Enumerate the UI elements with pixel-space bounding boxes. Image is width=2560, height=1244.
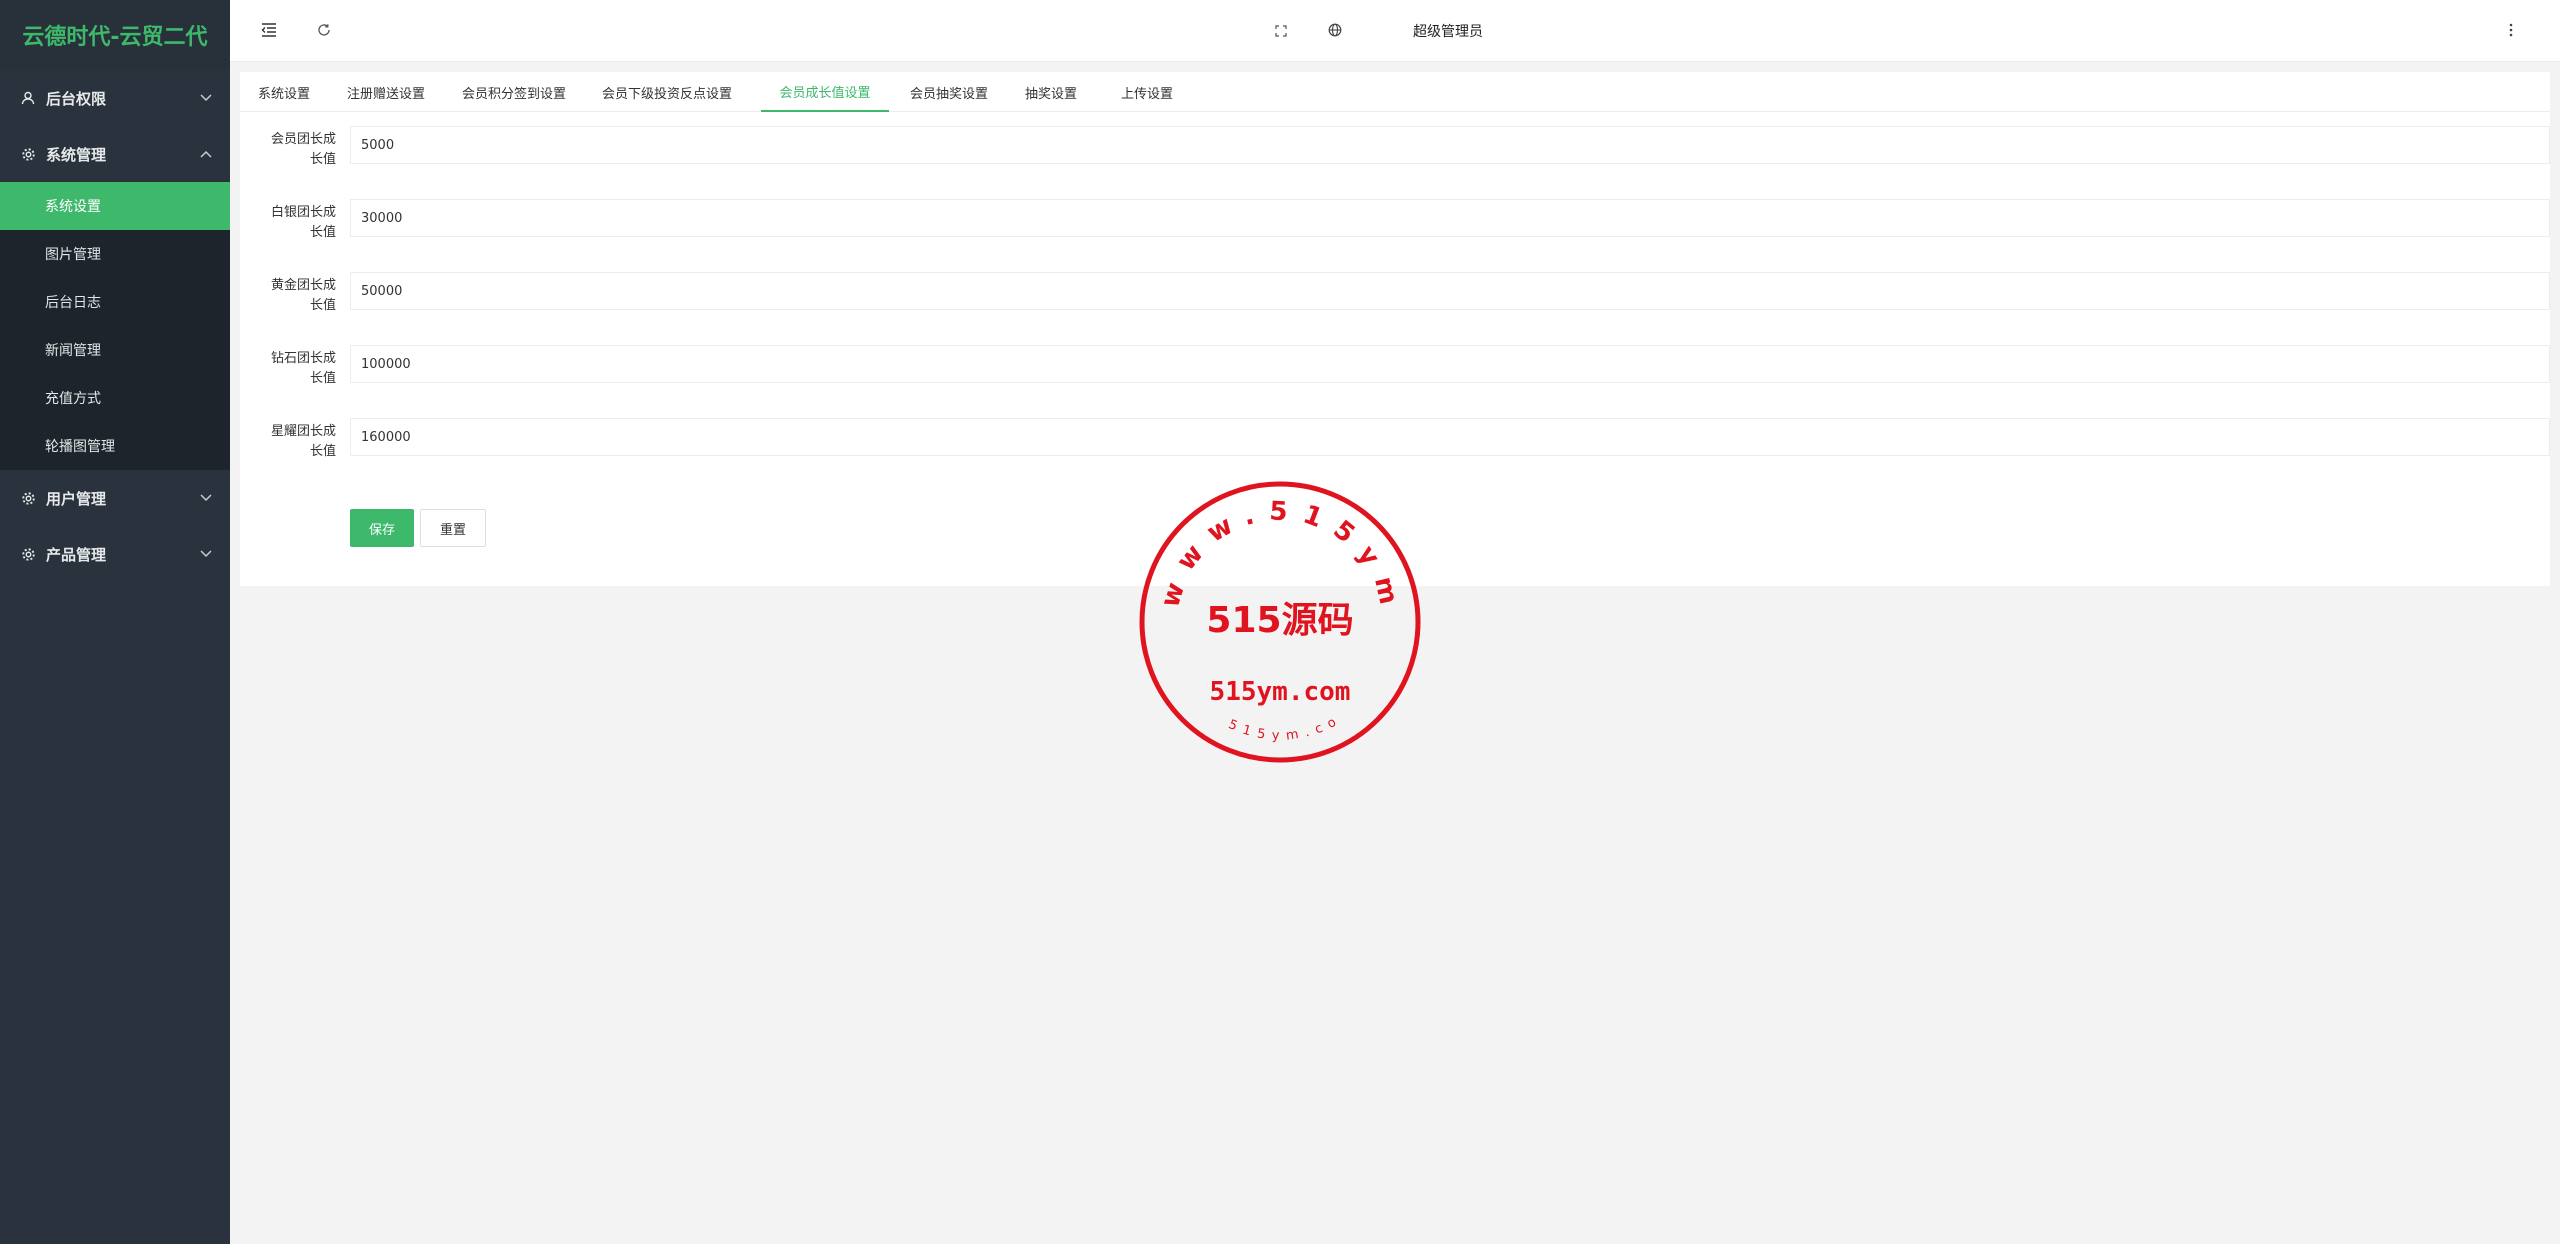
field-label-line: 长值 — [309, 298, 336, 313]
sidebar-group-system-management[interactable]: 系统管理 — [0, 126, 230, 182]
sidebar-item-backend-logs[interactable]: 后台日志 — [0, 278, 230, 326]
refresh-icon — [317, 22, 331, 41]
form-row-gold-leader: 黄金团长成 长值 — [240, 272, 2550, 332]
refresh-button[interactable] — [313, 0, 335, 62]
menu-fold-icon — [261, 22, 277, 41]
fullscreen-button[interactable] — [1270, 0, 1292, 62]
more-options-button[interactable] — [2500, 0, 2522, 62]
field-label: 会员团长成 长值 — [260, 130, 336, 170]
field-label: 白银团长成 长值 — [260, 203, 336, 243]
member-leader-growth-input[interactable] — [350, 126, 2550, 164]
field-label-line: 长值 — [309, 371, 336, 386]
tab-registration-bonus[interactable]: 注册赠送设置 — [338, 72, 434, 112]
admin-user-menu[interactable]: 超级管理员 — [1388, 0, 1508, 62]
sidebar-group-backend-permissions[interactable]: 后台权限 — [0, 70, 230, 126]
field-label-line: 长值 — [309, 225, 336, 240]
chevron-down-icon — [200, 492, 212, 504]
save-button[interactable]: 保存 — [350, 509, 414, 547]
tab-lottery-settings[interactable]: 抽奖设置 — [1016, 72, 1086, 112]
chevron-up-icon — [200, 148, 212, 160]
gear-icon — [20, 546, 36, 562]
gear-icon — [20, 146, 36, 162]
field-label: 黄金团长成 长值 — [260, 276, 336, 316]
tab-system-settings[interactable]: 系统设置 — [250, 72, 318, 112]
sidebar-item-image-management[interactable]: 图片管理 — [0, 230, 230, 278]
tab-member-growth[interactable]: 会员成长值设置 — [761, 72, 889, 112]
field-label-line: 钻石团长成 — [270, 351, 336, 366]
silver-leader-growth-input[interactable] — [350, 199, 2550, 237]
globe-icon — [1328, 22, 1342, 41]
sidebar-group-user-management[interactable]: 用户管理 — [0, 470, 230, 526]
tab-member-lottery[interactable]: 会员抽奖设置 — [900, 72, 998, 112]
diamond-leader-growth-input[interactable] — [350, 345, 2550, 383]
sidebar-group-label: 后台权限 — [46, 89, 107, 108]
sidebar-item-recharge-methods[interactable]: 充值方式 — [0, 374, 230, 422]
sidebar-item-news-management[interactable]: 新闻管理 — [0, 326, 230, 374]
sidebar-item-carousel-management[interactable]: 轮播图管理 — [0, 422, 230, 470]
top-header: 超级管理员 — [230, 0, 2560, 62]
chevron-down-icon — [200, 92, 212, 104]
sidebar-group-label: 系统管理 — [46, 145, 107, 164]
sidebar-submenu-system: 系统设置 图片管理 后台日志 新闻管理 充值方式 轮播图管理 — [0, 182, 230, 470]
gear-icon — [20, 490, 36, 506]
watermark-stamp-graphic: www.515ym.com 515源码 515ym.com 515ym.com — [1117, 457, 1421, 763]
chevron-down-icon — [200, 548, 212, 560]
watermark-stamp: www.515ym.com 515源码 515ym.com 515ym.com — [1117, 457, 1422, 764]
collapse-sidebar-button[interactable] — [258, 0, 280, 62]
tab-points-checkin[interactable]: 会员积分签到设置 — [452, 72, 576, 112]
sidebar: 云德时代-云贸二代 后台权限 系统管理 系统设置 图片管理 后台日志 新闻管理 … — [0, 0, 230, 1244]
user-icon — [20, 90, 36, 106]
more-vertical-icon — [2509, 22, 2513, 41]
field-label-line: 白银团长成 — [270, 205, 336, 220]
field-label-line: 长值 — [309, 152, 336, 167]
watermark-domain-text: 515ym.com — [1210, 677, 1351, 707]
gold-leader-growth-input[interactable] — [350, 272, 2550, 310]
field-label-line: 星耀团长成 — [270, 424, 336, 439]
fullscreen-icon — [1275, 22, 1287, 41]
star-leader-growth-input[interactable] — [350, 418, 2550, 456]
form-row-member-leader: 会员团长成 长值 — [240, 126, 2550, 186]
reset-button[interactable]: 重置 — [420, 509, 486, 547]
field-label-line: 长值 — [309, 444, 336, 459]
form-row-diamond-leader: 钻石团长成 长值 — [240, 345, 2550, 405]
field-label: 星耀团长成 长值 — [260, 422, 336, 462]
sidebar-item-system-settings[interactable]: 系统设置 — [0, 182, 230, 230]
watermark-main-text: 515源码 — [1206, 600, 1353, 641]
sidebar-group-label: 用户管理 — [46, 489, 107, 508]
settings-tabs: 系统设置 注册赠送设置 会员积分签到设置 会员下级投资反点设置 会员成长值设置 … — [240, 72, 2550, 112]
field-label-line: 会员团长成 — [270, 132, 336, 147]
app-logo[interactable]: 云德时代-云贸二代 — [0, 0, 230, 70]
admin-name: 超级管理员 — [1413, 24, 1483, 40]
tab-subordinate-rebate[interactable]: 会员下级投资反点设置 — [592, 72, 742, 112]
language-button[interactable] — [1324, 0, 1346, 62]
sidebar-group-product-management[interactable]: 产品管理 — [0, 526, 230, 582]
tab-upload-settings[interactable]: 上传设置 — [1112, 72, 1182, 112]
field-label: 钻石团长成 长值 — [260, 349, 336, 389]
sidebar-group-label: 产品管理 — [46, 545, 107, 564]
field-label-line: 黄金团长成 — [270, 278, 336, 293]
form-row-star-leader: 星耀团长成 长值 — [240, 418, 2550, 478]
form-row-silver-leader: 白银团长成 长值 — [240, 199, 2550, 259]
